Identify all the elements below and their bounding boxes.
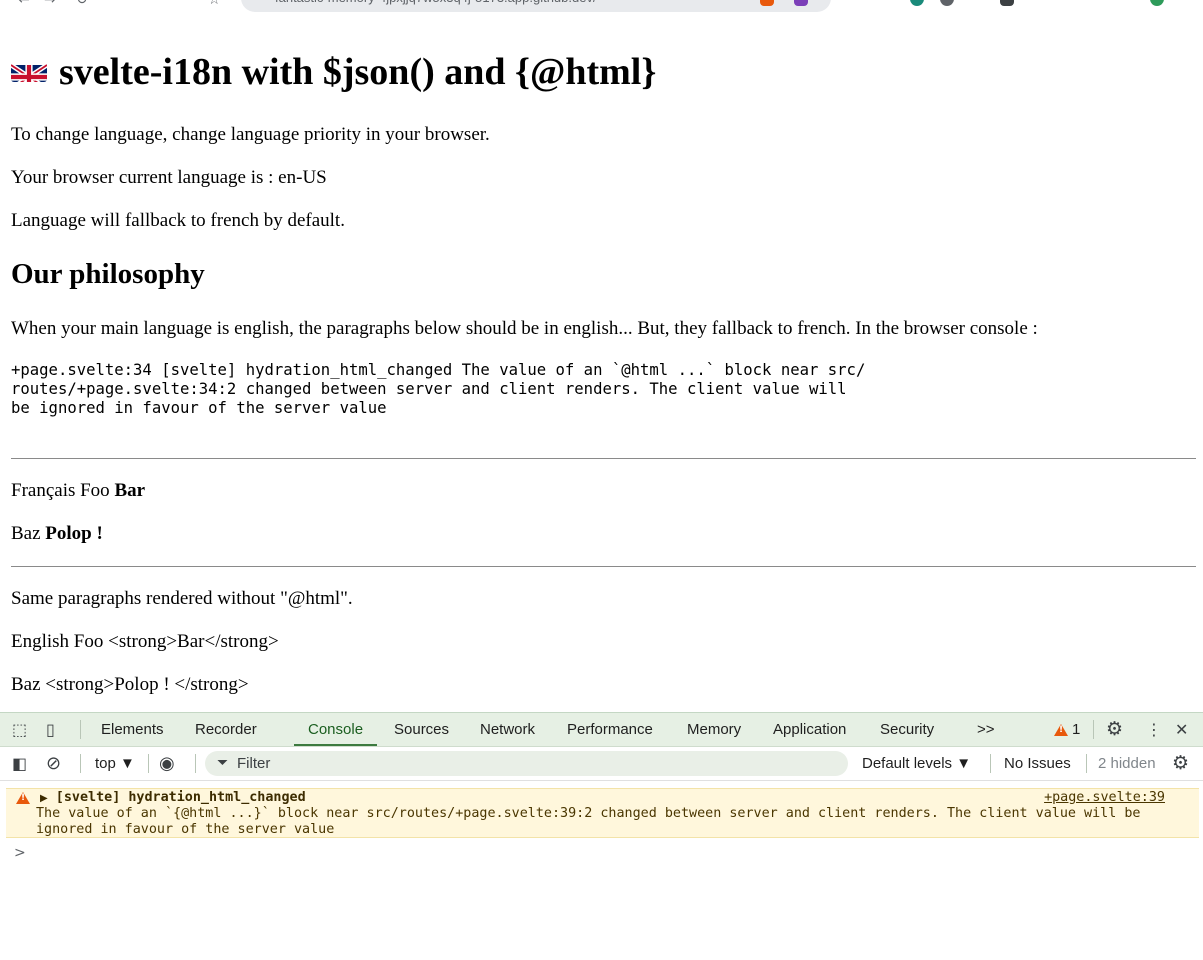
console-filter[interactable]: ⏷ [205,751,848,776]
back-icon[interactable]: ← [18,0,30,8]
html-paragraph-2-text: Baz [11,523,46,544]
console-excerpt: +page.svelte:34 [svelte] hydration_html_… [11,361,866,417]
tab-performance[interactable]: Performance [567,713,653,746]
no-html-intro: Same paragraphs rendered without "@html"… [11,588,353,609]
message-body-line-1: The value of an `{@html ...}` block near… [36,806,1141,821]
tab-network[interactable]: Network [480,713,535,746]
message-source-link[interactable]: +page.svelte:39 [1044,789,1165,806]
close-devtools-icon[interactable]: ✕ [1175,713,1188,746]
extension-icon[interactable] [910,0,924,6]
device-toolbar-icon[interactable]: ▯ [46,713,55,746]
live-expression-eye-icon[interactable]: ◉ [159,747,175,780]
devtools-tab-bar: ⬚ ▯ Elements Recorder Console Sources Ne… [0,713,1203,747]
warning-count[interactable]: 1 [1072,713,1080,746]
tab-security[interactable]: Security [880,713,934,746]
forward-icon[interactable]: → [44,0,56,8]
bookmark-star-icon[interactable]: ☆ [208,0,221,8]
console-settings-gear-icon[interactable]: ⚙ [1172,747,1189,780]
separator [195,754,196,773]
message-body-line-2: ignored in favour of the server value [36,822,335,837]
browser-language-paragraph: Your browser current language is : en-US [11,167,327,188]
philosophy-paragraph: When your main language is english, the … [11,318,1038,339]
context-selector[interactable]: top ▼ [95,747,135,780]
console-warning-message[interactable]: ▶ [svelte] hydration_html_changed +page.… [6,788,1199,838]
intro-paragraph: To change language, change language prio… [11,124,490,145]
fallback-paragraph: Language will fallback to french by defa… [11,210,345,231]
page-title-text: svelte-i18n with $json() and {@html} [59,51,657,93]
html-paragraph-1-text: Français Foo [11,480,115,501]
filter-input[interactable] [237,751,837,776]
more-options-icon[interactable]: ⋮ [1146,713,1162,746]
message-title-text: [svelte] hydration_html_changed [55,790,306,805]
extension-icon[interactable] [940,0,954,6]
divider [11,566,1196,567]
devtools-panel: ⬚ ▯ Elements Recorder Console Sources Ne… [0,712,1203,960]
html-paragraph-1: Français Foo Bar [11,480,145,502]
tab-memory[interactable]: Memory [687,713,741,746]
tab-sources[interactable]: Sources [394,713,449,746]
separator [1086,754,1087,773]
settings-gear-icon[interactable]: ⚙ [1106,713,1123,746]
html-paragraph-2: Baz Polop ! [11,523,103,545]
no-html-paragraph-2: Baz <strong>Polop ! </strong> [11,674,249,695]
separator [990,754,991,773]
issues-counter[interactable]: No Issues [1004,747,1071,780]
clear-console-icon[interactable]: ⊘ [46,747,61,780]
warning-icon[interactable] [1054,724,1068,736]
separator [148,754,149,773]
extension-icon[interactable] [760,0,774,6]
filter-icon: ⏷ [217,755,229,771]
divider [11,458,1196,459]
philosophy-heading: Our philosophy [11,258,205,290]
expand-triangle-icon[interactable]: ▶ [40,793,48,804]
no-html-paragraph-1: English Foo <strong>Bar</strong> [11,631,279,652]
page-title: svelte-i18n with $json() and {@html} [11,50,656,94]
console-toolbar: ◧ ⊘ top ▼ ◉ ⏷ Default levels ▼ No Issues… [0,747,1203,781]
separator [80,754,81,773]
more-tabs-button[interactable]: >> [977,713,995,746]
address-bar[interactable]: fantastic-memory-4jpxjjq7w5x3q4j-5173.ap… [241,0,831,12]
separator [80,720,81,739]
hidden-messages-count: 2 hidden [1098,755,1156,772]
extension-icon[interactable] [1000,0,1014,6]
log-levels-dropdown[interactable]: Default levels ▼ [862,747,971,780]
console-prompt[interactable]: > [14,845,26,861]
tab-elements[interactable]: Elements [101,713,164,746]
sidebar-toggle-icon[interactable]: ◧ [12,747,27,780]
inspect-element-icon[interactable]: ⬚ [12,713,27,746]
html-paragraph-1-strong: Bar [114,480,146,501]
extension-icon[interactable] [794,0,808,6]
profile-icon[interactable] [1150,0,1164,6]
tab-console[interactable]: Console [293,713,378,746]
tab-recorder[interactable]: Recorder [195,713,257,746]
separator [1093,720,1094,739]
warning-icon [16,792,30,804]
reload-icon[interactable]: ↻ [76,0,88,8]
html-paragraph-2-strong: Polop ! [45,523,103,544]
uk-flag-icon [11,56,47,82]
tab-application[interactable]: Application [773,713,846,746]
browser-toolbar: ← → ↻ ☆ fantastic-memory-4jpxjjq7w5x3q4j… [0,0,1203,14]
